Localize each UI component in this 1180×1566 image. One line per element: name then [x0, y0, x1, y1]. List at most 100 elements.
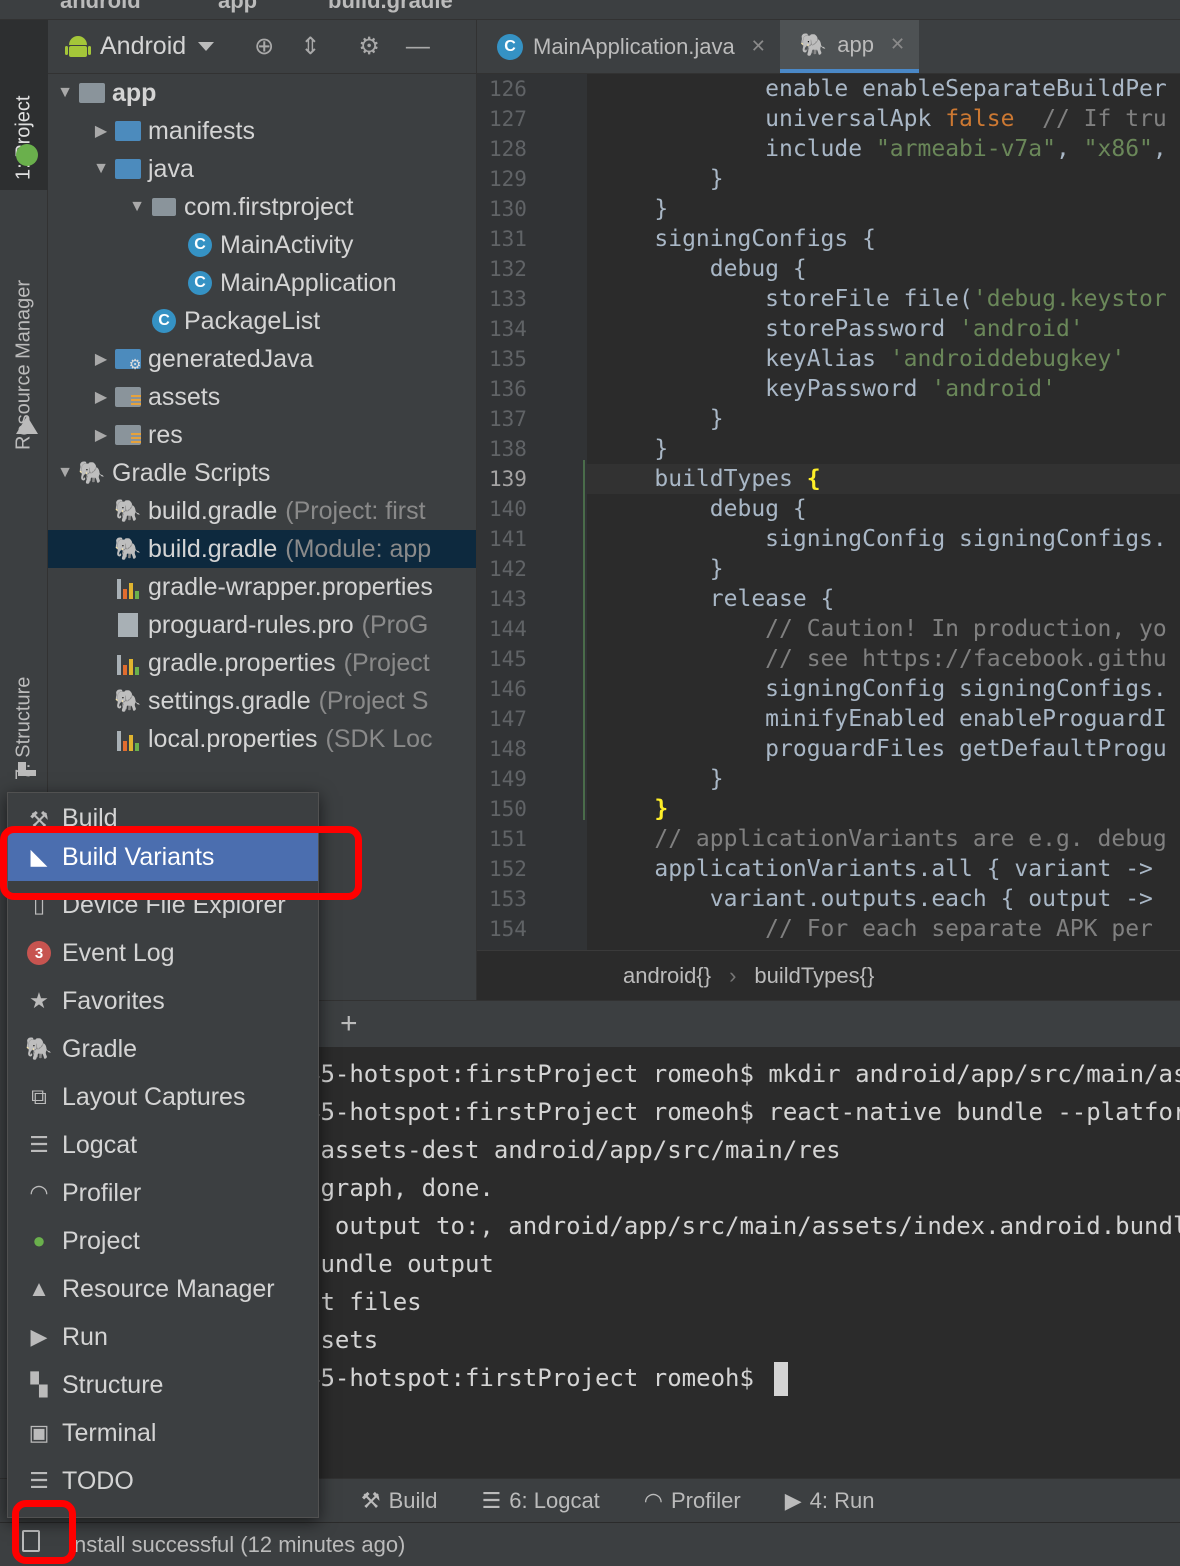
bottom-tab-run[interactable]: ▶ 4: Run	[785, 1488, 875, 1514]
menu-item-resource-manager[interactable]: ▲ Resource Manager	[8, 1265, 318, 1313]
menu-item-terminal[interactable]: ▣ Terminal	[8, 1409, 318, 1457]
gear-icon[interactable]: ⚙	[358, 32, 380, 61]
tree-item[interactable]: ▼ app	[48, 74, 476, 112]
locate-icon[interactable]: ⊕	[254, 32, 274, 61]
new-terminal-tab-button[interactable]: +	[340, 1007, 358, 1041]
collapsed-arrow-icon[interactable]: ▶	[90, 425, 112, 445]
menu-item-favorites[interactable]: ★ Favorites	[8, 977, 318, 1025]
collapsed-arrow-icon[interactable]: ▶	[90, 387, 112, 407]
code-line[interactable]: }	[587, 434, 1180, 464]
editor-tabs: C MainApplication.java ✕ 🐘 app ✕	[477, 20, 1180, 74]
profiler-icon: ◠	[29, 1180, 49, 1205]
collapsed-arrow-icon[interactable]: ▶	[90, 121, 112, 141]
tree-item[interactable]: ▼ 🐘 Gradle Scripts	[48, 454, 476, 492]
code-line[interactable]: storeFile file('debug.keystor	[587, 284, 1180, 314]
terminal-line: 45-hotspot:firstProject romeoh$	[306, 1359, 1180, 1397]
expanded-arrow-icon[interactable]: ▼	[126, 198, 148, 216]
tab-main-application[interactable]: C MainApplication.java ✕	[477, 20, 780, 73]
tree-item[interactable]: 🐘 settings.gradle (Project S	[48, 682, 476, 720]
code-line[interactable]: }	[587, 164, 1180, 194]
view-mode-selector[interactable]: Android	[100, 32, 186, 61]
code-line[interactable]: signingConfig signingConfigs.	[587, 524, 1180, 554]
breadcrumb-app[interactable]: app	[218, 0, 257, 14]
code-line[interactable]: include "armeabi-v7a", "x86",	[587, 134, 1180, 164]
code-line[interactable]: // applicationVariants are e.g. debug	[587, 824, 1180, 854]
tree-item[interactable]: ▶ res	[48, 416, 476, 454]
tree-item[interactable]: ▶ manifests	[48, 112, 476, 150]
close-icon[interactable]: ✕	[890, 34, 905, 55]
menu-item-project[interactable]: ● Project	[8, 1217, 318, 1265]
tree-item-label: proguard-rules.pro	[148, 610, 354, 639]
code-line[interactable]: }	[587, 404, 1180, 434]
tree-item[interactable]: ▶ assets	[48, 378, 476, 416]
breadcrumb-buildtypes-block[interactable]: buildTypes{}	[754, 963, 874, 989]
tree-item[interactable]: 🐘 build.gradle (Project: first	[48, 492, 476, 530]
tree-item[interactable]: local.properties (SDK Loc	[48, 720, 476, 758]
code-line[interactable]: storePassword 'android'	[587, 314, 1180, 344]
menu-item-event-log[interactable]: 3 Event Log	[8, 929, 318, 977]
gradle-icon: 🐘	[114, 536, 142, 561]
tree-item-label: settings.gradle	[148, 686, 311, 715]
tree-item[interactable]: C MainApplication	[48, 264, 476, 302]
code-line[interactable]: // Caution! In production, yo	[587, 614, 1180, 644]
code-line[interactable]: debug {	[587, 254, 1180, 284]
code-line[interactable]: buildTypes {	[587, 464, 1180, 494]
tree-item[interactable]: ▶ ⚙ generatedJava	[48, 340, 476, 378]
breadcrumb-android-block[interactable]: android{}	[623, 963, 711, 989]
menu-item-layout-captures[interactable]: ⧉ Layout Captures	[8, 1073, 318, 1121]
tree-item[interactable]: C MainActivity	[48, 226, 476, 264]
code-line[interactable]: proguardFiles getDefaultProgu	[587, 734, 1180, 764]
gradle-icon: 🐘	[114, 688, 142, 713]
code-line[interactable]: }	[587, 194, 1180, 224]
bottom-tab-hammer[interactable]: ⚒ Build	[361, 1488, 438, 1514]
tree-item[interactable]: 🐘 build.gradle (Module: app	[48, 530, 476, 568]
tree-item[interactable]: C PackageList	[48, 302, 476, 340]
breadcrumb-android[interactable]: android	[60, 0, 141, 14]
tree-item[interactable]: gradle.properties (Project	[48, 644, 476, 682]
code-line[interactable]: // see https://facebook.githu	[587, 644, 1180, 674]
collapsed-arrow-icon[interactable]: ▶	[90, 349, 112, 369]
code-line[interactable]: }	[587, 764, 1180, 794]
class-icon: C	[497, 33, 523, 60]
menu-item-structure[interactable]: ▚ Structure	[8, 1361, 318, 1409]
code-line[interactable]: applicationVariants.all { variant ->	[587, 854, 1180, 884]
code-line[interactable]: variant.outputs.each { output ->	[587, 884, 1180, 914]
code-line[interactable]: // For each separate APK per	[587, 914, 1180, 944]
code-line[interactable]: minifyEnabled enableProguardI	[587, 704, 1180, 734]
collapse-all-icon[interactable]: ⇕	[300, 32, 320, 61]
code-line[interactable]: enable enableSeparateBuildPer	[587, 74, 1180, 104]
code-area[interactable]: enable enableSeparateBuildPer universalA…	[587, 74, 1180, 950]
code-line[interactable]: keyPassword 'android'	[587, 374, 1180, 404]
line-number: 134	[489, 317, 527, 341]
code-line[interactable]: signingConfigs {	[587, 224, 1180, 254]
tree-item[interactable]: ▼ com.firstproject	[48, 188, 476, 226]
tree-item[interactable]: gradle-wrapper.properties	[48, 568, 476, 606]
code-line[interactable]: keyAlias 'androiddebugkey'	[587, 344, 1180, 374]
tab-app-gradle[interactable]: 🐘 app ✕	[779, 20, 920, 73]
menu-item-todo[interactable]: ☰ TODO	[8, 1457, 318, 1505]
expanded-arrow-icon[interactable]: ▼	[54, 84, 76, 102]
bottom-tab-logcat[interactable]: ☰ 6: Logcat	[482, 1488, 600, 1514]
menu-item-label: Profiler	[62, 1178, 142, 1207]
code-line[interactable]: }	[587, 794, 1180, 824]
code-line[interactable]: universalApk false // If tru	[587, 104, 1180, 134]
chevron-down-icon[interactable]	[198, 42, 215, 51]
close-icon[interactable]: ✕	[751, 36, 766, 57]
code-line[interactable]: signingConfig signingConfigs.	[587, 674, 1180, 704]
menu-item-profiler[interactable]: ◠ Profiler	[8, 1169, 318, 1217]
tree-item[interactable]: ▼ java	[48, 150, 476, 188]
breadcrumb-file[interactable]: build.gradle	[328, 0, 453, 14]
terminal-output[interactable]: 45-hotspot:firstProject romeoh$ mkdir an…	[306, 1055, 1180, 1397]
tree-item[interactable]: proguard-rules.pro (ProG	[48, 606, 476, 644]
code-line[interactable]: release {	[587, 584, 1180, 614]
code-line[interactable]: debug {	[587, 494, 1180, 524]
minimize-icon[interactable]: —	[406, 33, 430, 61]
menu-item-gradle[interactable]: 🐘 Gradle	[8, 1025, 318, 1073]
menu-item-logcat[interactable]: ☰ Logcat	[8, 1121, 318, 1169]
expanded-arrow-icon[interactable]: ▼	[90, 160, 112, 178]
terminal-line: e output to:, android/app/src/main/asset…	[306, 1207, 1180, 1245]
code-line[interactable]: }	[587, 554, 1180, 584]
menu-item-run[interactable]: ▶ Run	[8, 1313, 318, 1361]
bottom-tab-profiler[interactable]: ◠ Profiler	[644, 1488, 741, 1514]
expanded-arrow-icon[interactable]: ▼	[54, 464, 76, 482]
